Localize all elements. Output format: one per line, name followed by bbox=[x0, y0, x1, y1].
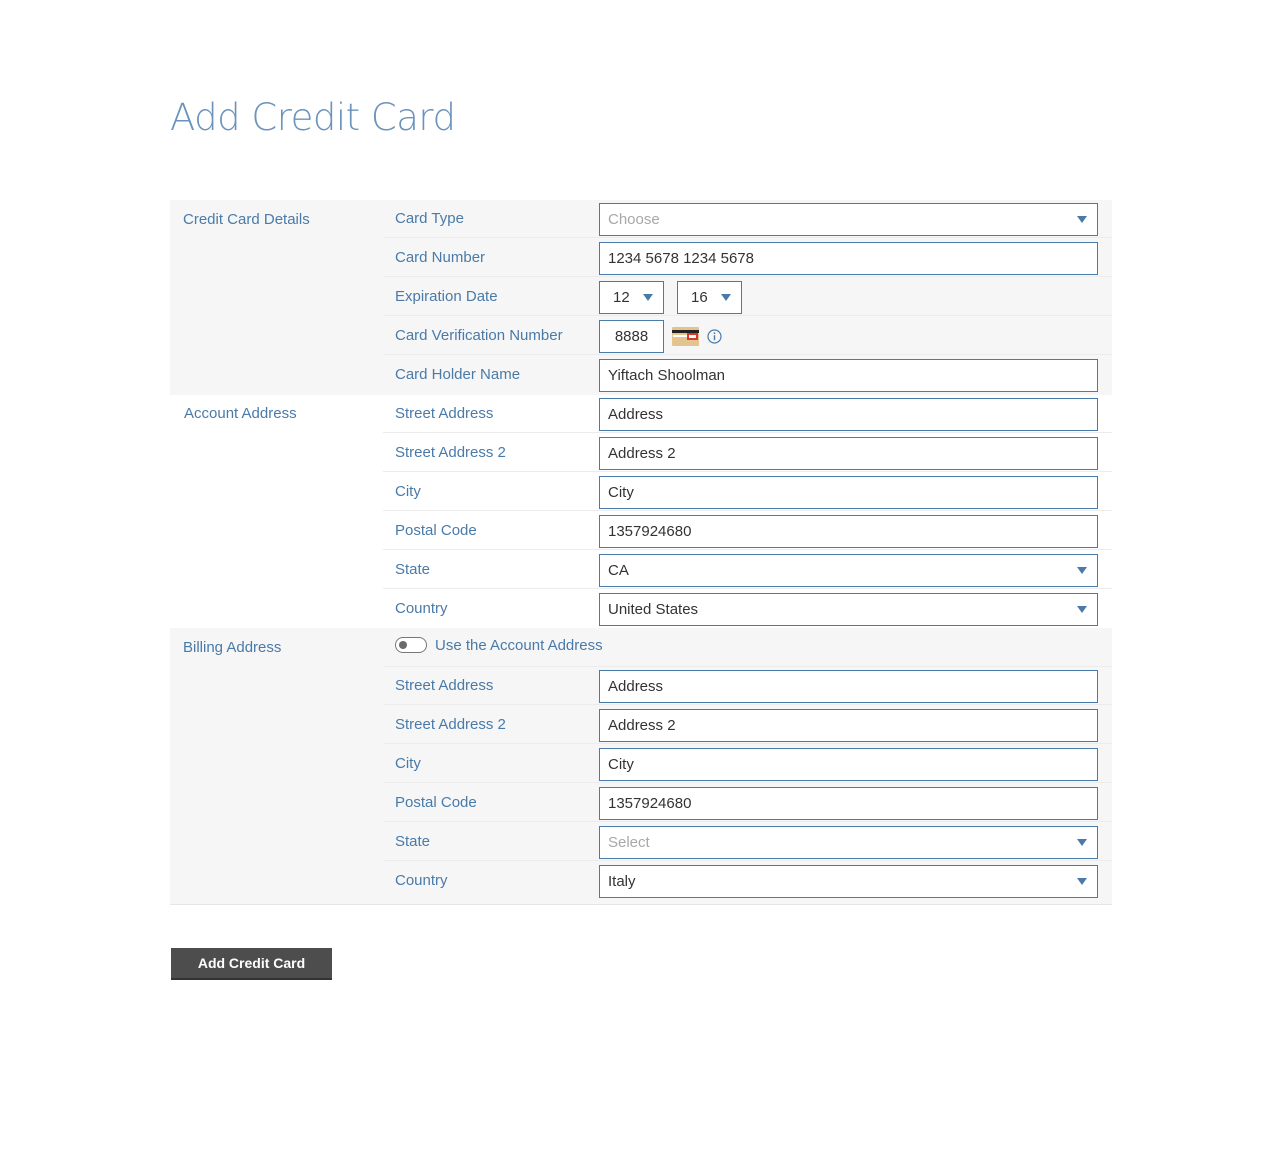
card-number-row: Card Number 1234 5678 1234 5678 bbox=[383, 239, 1112, 277]
account-country-value: United States bbox=[608, 601, 699, 618]
account-country-row: Country United States bbox=[383, 590, 1112, 628]
expiration-year-select[interactable]: 16 bbox=[677, 281, 742, 314]
chevron-down-icon bbox=[721, 294, 731, 301]
card-type-select[interactable]: Choose bbox=[599, 203, 1098, 236]
card-holder-name-row: Card Holder Name Yiftach Shoolman bbox=[383, 356, 1112, 394]
account-country-select[interactable]: United States bbox=[599, 593, 1098, 626]
billing-street2-label: Street Address 2 bbox=[395, 716, 506, 733]
add-credit-card-button[interactable]: Add Credit Card bbox=[171, 948, 332, 980]
card-number-input[interactable]: 1234 5678 1234 5678 bbox=[599, 242, 1098, 275]
billing-street2-input[interactable]: Address 2 bbox=[599, 709, 1098, 742]
account-city-input[interactable]: City bbox=[599, 476, 1098, 509]
billing-state-row: State Select bbox=[383, 823, 1112, 861]
billing-street-label: Street Address bbox=[395, 677, 494, 694]
billing-postal-code-input[interactable]: 1357924680 bbox=[599, 787, 1098, 820]
billing-city-label: City bbox=[395, 755, 421, 772]
billing-state-select[interactable]: Select bbox=[599, 826, 1098, 859]
expiration-month-select[interactable]: 12 bbox=[599, 281, 664, 314]
billing-country-row: Country Italy bbox=[383, 862, 1112, 900]
account-street-input[interactable]: Address bbox=[599, 398, 1098, 431]
card-type-label: Card Type bbox=[395, 210, 464, 227]
billing-city-input[interactable]: City bbox=[599, 748, 1098, 781]
chevron-down-icon bbox=[1077, 839, 1087, 846]
account-city-label: City bbox=[395, 483, 421, 500]
account-street-label: Street Address bbox=[395, 405, 494, 422]
billing-address-section: Billing Address Use the Account Address … bbox=[170, 628, 1112, 905]
billing-country-label: Country bbox=[395, 872, 448, 889]
account-state-select[interactable]: CA bbox=[599, 554, 1098, 587]
billing-country-select[interactable]: Italy bbox=[599, 865, 1098, 898]
cvv-input[interactable]: 8888 bbox=[599, 320, 664, 353]
account-city-row: City City bbox=[383, 473, 1112, 511]
credit-card-details-label: Credit Card Details bbox=[183, 211, 310, 228]
account-street2-row: Street Address 2 Address 2 bbox=[383, 434, 1112, 472]
cvv-row: Card Verification Number 8888 bbox=[383, 317, 1112, 355]
expiration-year-value: 16 bbox=[691, 289, 708, 306]
page-title: Add Credit Card bbox=[170, 96, 456, 139]
credit-card-back-icon bbox=[672, 327, 699, 346]
account-postal-code-label: Postal Code bbox=[395, 522, 477, 539]
account-postal-code-row: Postal Code 1357924680 bbox=[383, 512, 1112, 550]
account-street-row: Street Address Address bbox=[383, 395, 1112, 433]
use-account-address-row: Use the Account Address bbox=[383, 628, 1112, 667]
account-state-label: State bbox=[395, 561, 431, 578]
card-type-row: Card Type Choose bbox=[383, 200, 1112, 238]
chevron-down-icon bbox=[1077, 216, 1087, 223]
use-account-address-label[interactable]: Use the Account Address bbox=[435, 637, 603, 654]
billing-city-row: City City bbox=[383, 745, 1112, 783]
billing-street-row: Street Address Address bbox=[383, 667, 1112, 705]
expiration-date-row: Expiration Date 12 16 bbox=[383, 278, 1112, 316]
expiration-date-label: Expiration Date bbox=[395, 288, 498, 305]
billing-address-label: Billing Address bbox=[183, 639, 282, 656]
billing-street-input[interactable]: Address bbox=[599, 670, 1098, 703]
account-address-section: Account Address Street Address Address S… bbox=[170, 395, 1112, 628]
account-country-label: Country bbox=[395, 600, 448, 617]
chevron-down-icon bbox=[1077, 606, 1087, 613]
use-account-address-toggle[interactable] bbox=[395, 637, 427, 653]
billing-state-label: State bbox=[395, 833, 431, 850]
card-type-placeholder: Choose bbox=[608, 211, 660, 228]
account-street2-input[interactable]: Address 2 bbox=[599, 437, 1098, 470]
account-state-row: State CA bbox=[383, 551, 1112, 589]
billing-postal-code-label: Postal Code bbox=[395, 794, 477, 811]
credit-card-details-section: Credit Card Details Card Type Choose Car… bbox=[170, 200, 1112, 395]
account-street2-label: Street Address 2 bbox=[395, 444, 506, 461]
billing-postal-code-row: Postal Code 1357924680 bbox=[383, 784, 1112, 822]
billing-country-value: Italy bbox=[608, 873, 636, 890]
cvv-label: Card Verification Number bbox=[395, 327, 563, 344]
card-number-label: Card Number bbox=[395, 249, 486, 266]
toggle-knob bbox=[399, 641, 407, 649]
card-holder-name-input[interactable]: Yiftach Shoolman bbox=[599, 359, 1098, 392]
info-icon[interactable] bbox=[707, 329, 722, 344]
billing-street2-row: Street Address 2 Address 2 bbox=[383, 706, 1112, 744]
account-postal-code-input[interactable]: 1357924680 bbox=[599, 515, 1098, 548]
expiration-month-value: 12 bbox=[613, 289, 630, 306]
chevron-down-icon bbox=[1077, 878, 1087, 885]
account-state-value: CA bbox=[608, 562, 629, 579]
chevron-down-icon bbox=[1077, 567, 1087, 574]
account-address-label: Account Address bbox=[184, 405, 297, 422]
chevron-down-icon bbox=[643, 294, 653, 301]
billing-state-placeholder: Select bbox=[608, 834, 650, 851]
card-holder-name-label: Card Holder Name bbox=[395, 366, 521, 383]
